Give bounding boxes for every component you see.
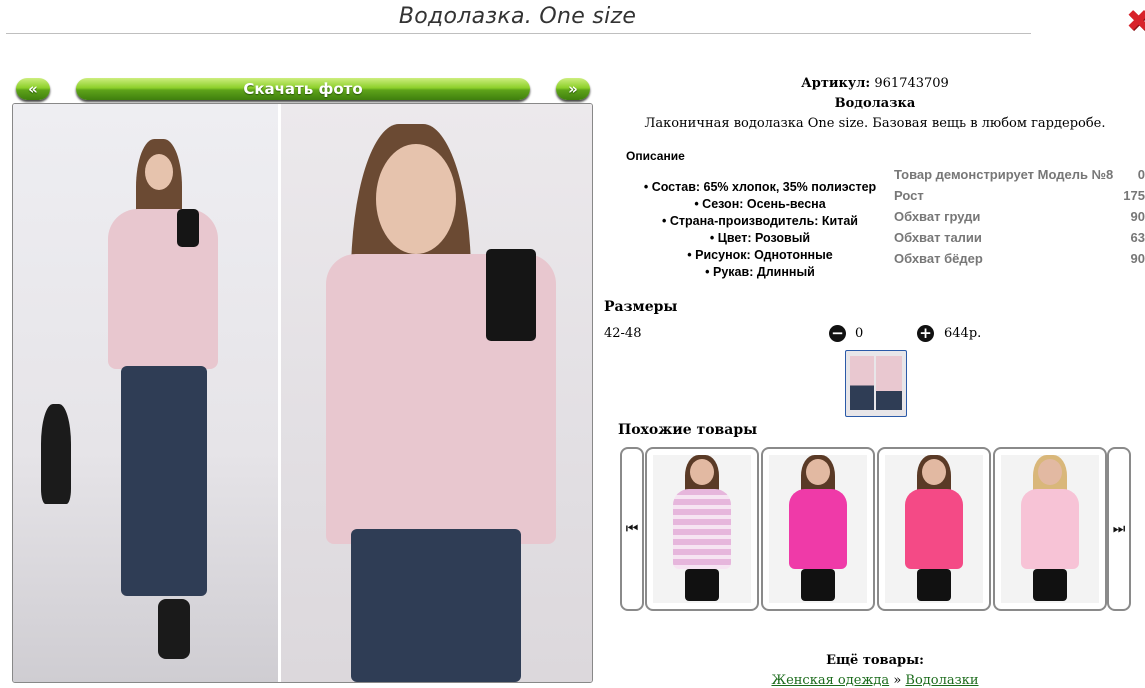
size-range: 42-48 bbox=[604, 326, 642, 341]
article-label: Артикул: bbox=[801, 76, 871, 91]
next-photo-button[interactable]: » bbox=[556, 78, 590, 100]
description-item: Состав: 65% хлопок, 35% полиэстер bbox=[620, 179, 900, 196]
breadcrumb-separator: » bbox=[893, 673, 902, 688]
photo-full-length bbox=[13, 104, 278, 682]
model-row-value: 0 bbox=[1137, 167, 1145, 182]
description-item: Сезон: Осень-весна bbox=[620, 196, 900, 213]
breadcrumb-link-women[interactable]: Женская одежда bbox=[771, 673, 889, 688]
model-row: Товар демонстрирует Модель №8 0 bbox=[894, 164, 1145, 185]
close-icon[interactable]: ✖ bbox=[1126, 6, 1145, 38]
product-description: Лаконичная водолазка One size. Базовая в… bbox=[644, 116, 1106, 131]
download-photo-button[interactable]: Скачать фото bbox=[76, 78, 530, 100]
similar-item[interactable] bbox=[761, 447, 875, 611]
description-heading: Описание bbox=[626, 149, 685, 163]
model-measurements: Товар демонстрирует Модель №8 0 Рост 175… bbox=[894, 164, 1145, 269]
phone-shape bbox=[486, 249, 536, 341]
model-row-label: Обхват груди bbox=[894, 209, 981, 224]
vase-shape bbox=[41, 404, 71, 504]
model-row: Обхват бёдер 90 bbox=[894, 248, 1145, 269]
sweater-shape bbox=[1021, 489, 1079, 569]
quantity-value: 0 bbox=[855, 326, 864, 341]
minus-icon[interactable]: − bbox=[829, 325, 846, 342]
product-name: Водолазка bbox=[834, 96, 916, 111]
jeans-shape bbox=[351, 529, 521, 682]
face-shape bbox=[922, 459, 946, 485]
model-row-label: Товар демонстрирует Модель №8 bbox=[894, 167, 1114, 182]
similar-heading: Похожие товары bbox=[618, 422, 758, 438]
model-row-value: 90 bbox=[1130, 209, 1145, 224]
similar-item[interactable] bbox=[645, 447, 759, 611]
article-line: Артикул: 961743709 bbox=[605, 76, 1145, 91]
sweater-shape bbox=[108, 209, 218, 369]
model-row-value: 175 bbox=[1123, 188, 1145, 203]
model-row-label: Обхват талии bbox=[894, 230, 982, 245]
model-row: Обхват груди 90 bbox=[894, 206, 1145, 227]
photo-thumbnail[interactable] bbox=[845, 350, 907, 417]
sweater-shape bbox=[673, 489, 731, 569]
similar-item[interactable] bbox=[877, 447, 991, 611]
model-row-label: Рост bbox=[894, 188, 924, 203]
face-shape bbox=[806, 459, 830, 485]
article-value: 961743709 bbox=[874, 76, 949, 91]
face-shape bbox=[1038, 459, 1062, 485]
description-list: Состав: 65% хлопок, 35% полиэстер Сезон:… bbox=[620, 179, 900, 281]
legs-shape bbox=[801, 569, 835, 601]
page-title: Водолазка. One size bbox=[398, 4, 637, 29]
photo-closeup bbox=[281, 104, 592, 682]
shoe-shape bbox=[158, 599, 190, 659]
carousel-next-icon[interactable]: ⏭ bbox=[1107, 447, 1131, 611]
sweater-shape bbox=[789, 489, 847, 569]
legs-shape bbox=[1033, 569, 1067, 601]
model-row: Обхват талии 63 bbox=[894, 227, 1145, 248]
model-row-value: 90 bbox=[1130, 251, 1145, 266]
breadcrumb: Женская одежда » Водолазки bbox=[605, 673, 1145, 688]
carousel-prev-icon[interactable]: ⏮ bbox=[620, 447, 644, 611]
plus-icon[interactable]: + bbox=[917, 325, 934, 342]
price: 644р. bbox=[944, 326, 982, 341]
phone-shape bbox=[177, 209, 199, 247]
model-row-value: 63 bbox=[1130, 230, 1145, 245]
model-row-label: Обхват бёдер bbox=[894, 251, 983, 266]
description-item: Страна-производитель: Китай bbox=[620, 213, 900, 230]
thumbnail-figure bbox=[850, 356, 874, 410]
jeans-shape bbox=[121, 366, 207, 596]
more-products-heading: Ещё товары: bbox=[826, 653, 924, 668]
product-photo[interactable] bbox=[12, 103, 593, 683]
prev-photo-button[interactable]: « bbox=[16, 78, 50, 100]
similar-item[interactable] bbox=[993, 447, 1107, 611]
description-item: Цвет: Розовый bbox=[620, 230, 900, 247]
face-shape bbox=[690, 459, 714, 485]
face-shape bbox=[145, 154, 173, 190]
legs-shape bbox=[917, 569, 951, 601]
description-item: Рисунок: Однотонные bbox=[620, 247, 900, 264]
face-shape bbox=[376, 144, 456, 254]
description-item: Рукав: Длинный bbox=[620, 264, 900, 281]
legs-shape bbox=[685, 569, 719, 601]
sizes-heading: Размеры bbox=[604, 299, 678, 315]
title-divider bbox=[6, 33, 1031, 34]
sweater-shape bbox=[905, 489, 963, 569]
model-row: Рост 175 bbox=[894, 185, 1145, 206]
breadcrumb-link-turtlenecks[interactable]: Водолазки bbox=[905, 673, 978, 688]
thumbnail-figure bbox=[876, 356, 902, 410]
